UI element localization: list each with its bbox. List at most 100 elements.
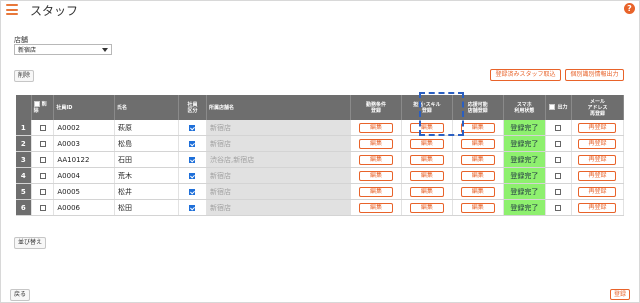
mail-reregister-button[interactable]: 再登録 [578, 154, 617, 165]
output-all-checkbox[interactable] [549, 104, 556, 111]
table-row: 6 A0006 松田 新宿店 編集 編集 編集 登録完了 再登録 [16, 199, 625, 216]
work-conditions-edit-button[interactable]: 編集 [359, 170, 393, 181]
delete-checkbox[interactable] [39, 188, 46, 195]
page-title: スタッフ [30, 4, 79, 18]
smartphone-status: 登録完了 [503, 167, 546, 184]
store-select[interactable]: 新宿店 [14, 44, 112, 55]
back-button[interactable]: 戻る [10, 289, 31, 301]
staff-id: AA10122 [53, 151, 116, 168]
skills-edit-button[interactable]: 編集 [409, 186, 444, 197]
header-id: 社員ID [53, 95, 116, 120]
staff-id: A0003 [53, 135, 116, 152]
table-row: 2 A0003 松島 新宿店 編集 編集 編集 登録完了 再登録 [16, 135, 625, 152]
support-store-edit-button[interactable]: 編集 [460, 154, 495, 165]
output-checkbox[interactable] [555, 172, 562, 179]
row-number: 5 [16, 183, 32, 200]
delete-checkbox[interactable] [39, 172, 46, 179]
delete-button[interactable]: 削除 [14, 70, 35, 82]
employee-type-checkbox[interactable] [189, 140, 196, 147]
work-conditions-edit-button[interactable]: 編集 [359, 154, 393, 165]
delete-checkbox[interactable] [39, 204, 46, 211]
employee-type-checkbox[interactable] [189, 172, 196, 179]
skills-edit-button[interactable]: 編集 [409, 202, 444, 213]
store-name: 新宿店 [206, 199, 352, 216]
work-conditions-cell: 編集 [350, 167, 402, 184]
delete-checkbox[interactable] [39, 156, 46, 163]
staff-name: 松島 [114, 135, 179, 152]
support-store-edit-button[interactable]: 編集 [460, 122, 495, 133]
menu-icon[interactable] [6, 4, 18, 15]
employee-type-checkbox[interactable] [189, 156, 196, 163]
row-number: 3 [16, 151, 32, 168]
store-name: 新宿店 [206, 120, 352, 136]
output-cell [545, 183, 572, 200]
delete-checkbox[interactable] [39, 140, 46, 147]
sort-button[interactable]: 並び替え [14, 237, 47, 249]
employee-type-cell [178, 151, 208, 168]
skills-edit-button[interactable]: 編集 [409, 170, 444, 181]
mail-reregister-button[interactable]: 再登録 [578, 138, 617, 149]
table-row: 1 A0002 萩原 新宿店 編集 編集 編集 登録完了 再登録 [16, 120, 625, 136]
support-store-cell: 編集 [452, 199, 504, 216]
support-store-edit-button[interactable]: 編集 [460, 138, 495, 149]
store-select-value: 新宿店 [18, 47, 37, 54]
mail-reregister-button[interactable]: 再登録 [578, 170, 617, 181]
mail-reregister-button[interactable]: 再登録 [578, 202, 617, 213]
mail-reregister-button[interactable]: 再登録 [578, 122, 617, 133]
work-conditions-edit-button[interactable]: 編集 [359, 122, 393, 133]
smartphone-status: 登録完了 [503, 183, 546, 200]
work-conditions-cell: 編集 [350, 151, 402, 168]
import-staff-button[interactable]: 登録済みスタッフ取込 [490, 69, 561, 81]
employee-type-cell [178, 167, 208, 184]
table-header-row: 削除 社員ID 氏名 社員 区分 所属店舗名 勤務条件 登録 担当･スキル 登録… [16, 95, 625, 120]
smartphone-status: 登録完了 [503, 199, 546, 216]
skills-edit-button[interactable]: 編集 [409, 154, 444, 165]
header-work-conditions: 勤務条件 登録 [350, 95, 402, 120]
employee-type-cell [178, 183, 208, 200]
skills-edit-button[interactable]: 編集 [409, 138, 444, 149]
delete-checkbox[interactable] [39, 124, 46, 131]
mail-cell: 再登録 [571, 120, 625, 136]
staff-id: A0006 [53, 199, 116, 216]
mail-reregister-button[interactable]: 再登録 [578, 186, 617, 197]
export-id-info-button[interactable]: 個別識別情報出力 [565, 69, 624, 81]
support-store-cell: 編集 [452, 135, 504, 152]
employee-type-checkbox[interactable] [189, 188, 196, 195]
help-icon[interactable]: ? [624, 3, 635, 14]
output-checkbox[interactable] [555, 156, 562, 163]
staff-name: 萩原 [114, 120, 179, 136]
mail-cell: 再登録 [571, 135, 625, 152]
staff-name: 松田 [114, 199, 179, 216]
row-delete-cell [31, 151, 55, 168]
save-button[interactable]: 登録 [609, 289, 630, 300]
support-store-cell: 編集 [452, 167, 504, 184]
header-output: 出力 [545, 95, 572, 120]
output-checkbox[interactable] [555, 124, 562, 131]
work-conditions-cell: 編集 [350, 135, 402, 152]
support-store-cell: 編集 [452, 151, 504, 168]
staff-name: 松井 [114, 183, 179, 200]
output-checkbox[interactable] [555, 188, 562, 195]
store-name: 新宿店 [206, 135, 352, 152]
mail-cell: 再登録 [571, 183, 625, 200]
support-store-cell: 編集 [452, 183, 504, 200]
output-cell [545, 135, 572, 152]
select-all-checkbox[interactable] [33, 101, 40, 108]
skills-cell: 編集 [401, 183, 453, 200]
work-conditions-edit-button[interactable]: 編集 [359, 138, 393, 149]
row-delete-cell [31, 199, 55, 216]
employee-type-checkbox[interactable] [189, 204, 196, 211]
support-store-edit-button[interactable]: 編集 [460, 202, 495, 213]
header-employee-type: 社員 区分 [178, 95, 208, 120]
work-conditions-edit-button[interactable]: 編集 [359, 202, 393, 213]
support-store-edit-button[interactable]: 編集 [460, 186, 495, 197]
work-conditions-edit-button[interactable]: 編集 [359, 186, 393, 197]
store-name: 渋谷店,新宿店 [206, 151, 352, 168]
smartphone-status: 登録完了 [503, 151, 546, 168]
employee-type-checkbox[interactable] [189, 124, 196, 131]
output-checkbox[interactable] [555, 140, 562, 147]
employee-type-cell [178, 135, 208, 152]
row-number: 1 [16, 120, 32, 136]
output-checkbox[interactable] [555, 204, 562, 211]
support-store-edit-button[interactable]: 編集 [460, 170, 495, 181]
